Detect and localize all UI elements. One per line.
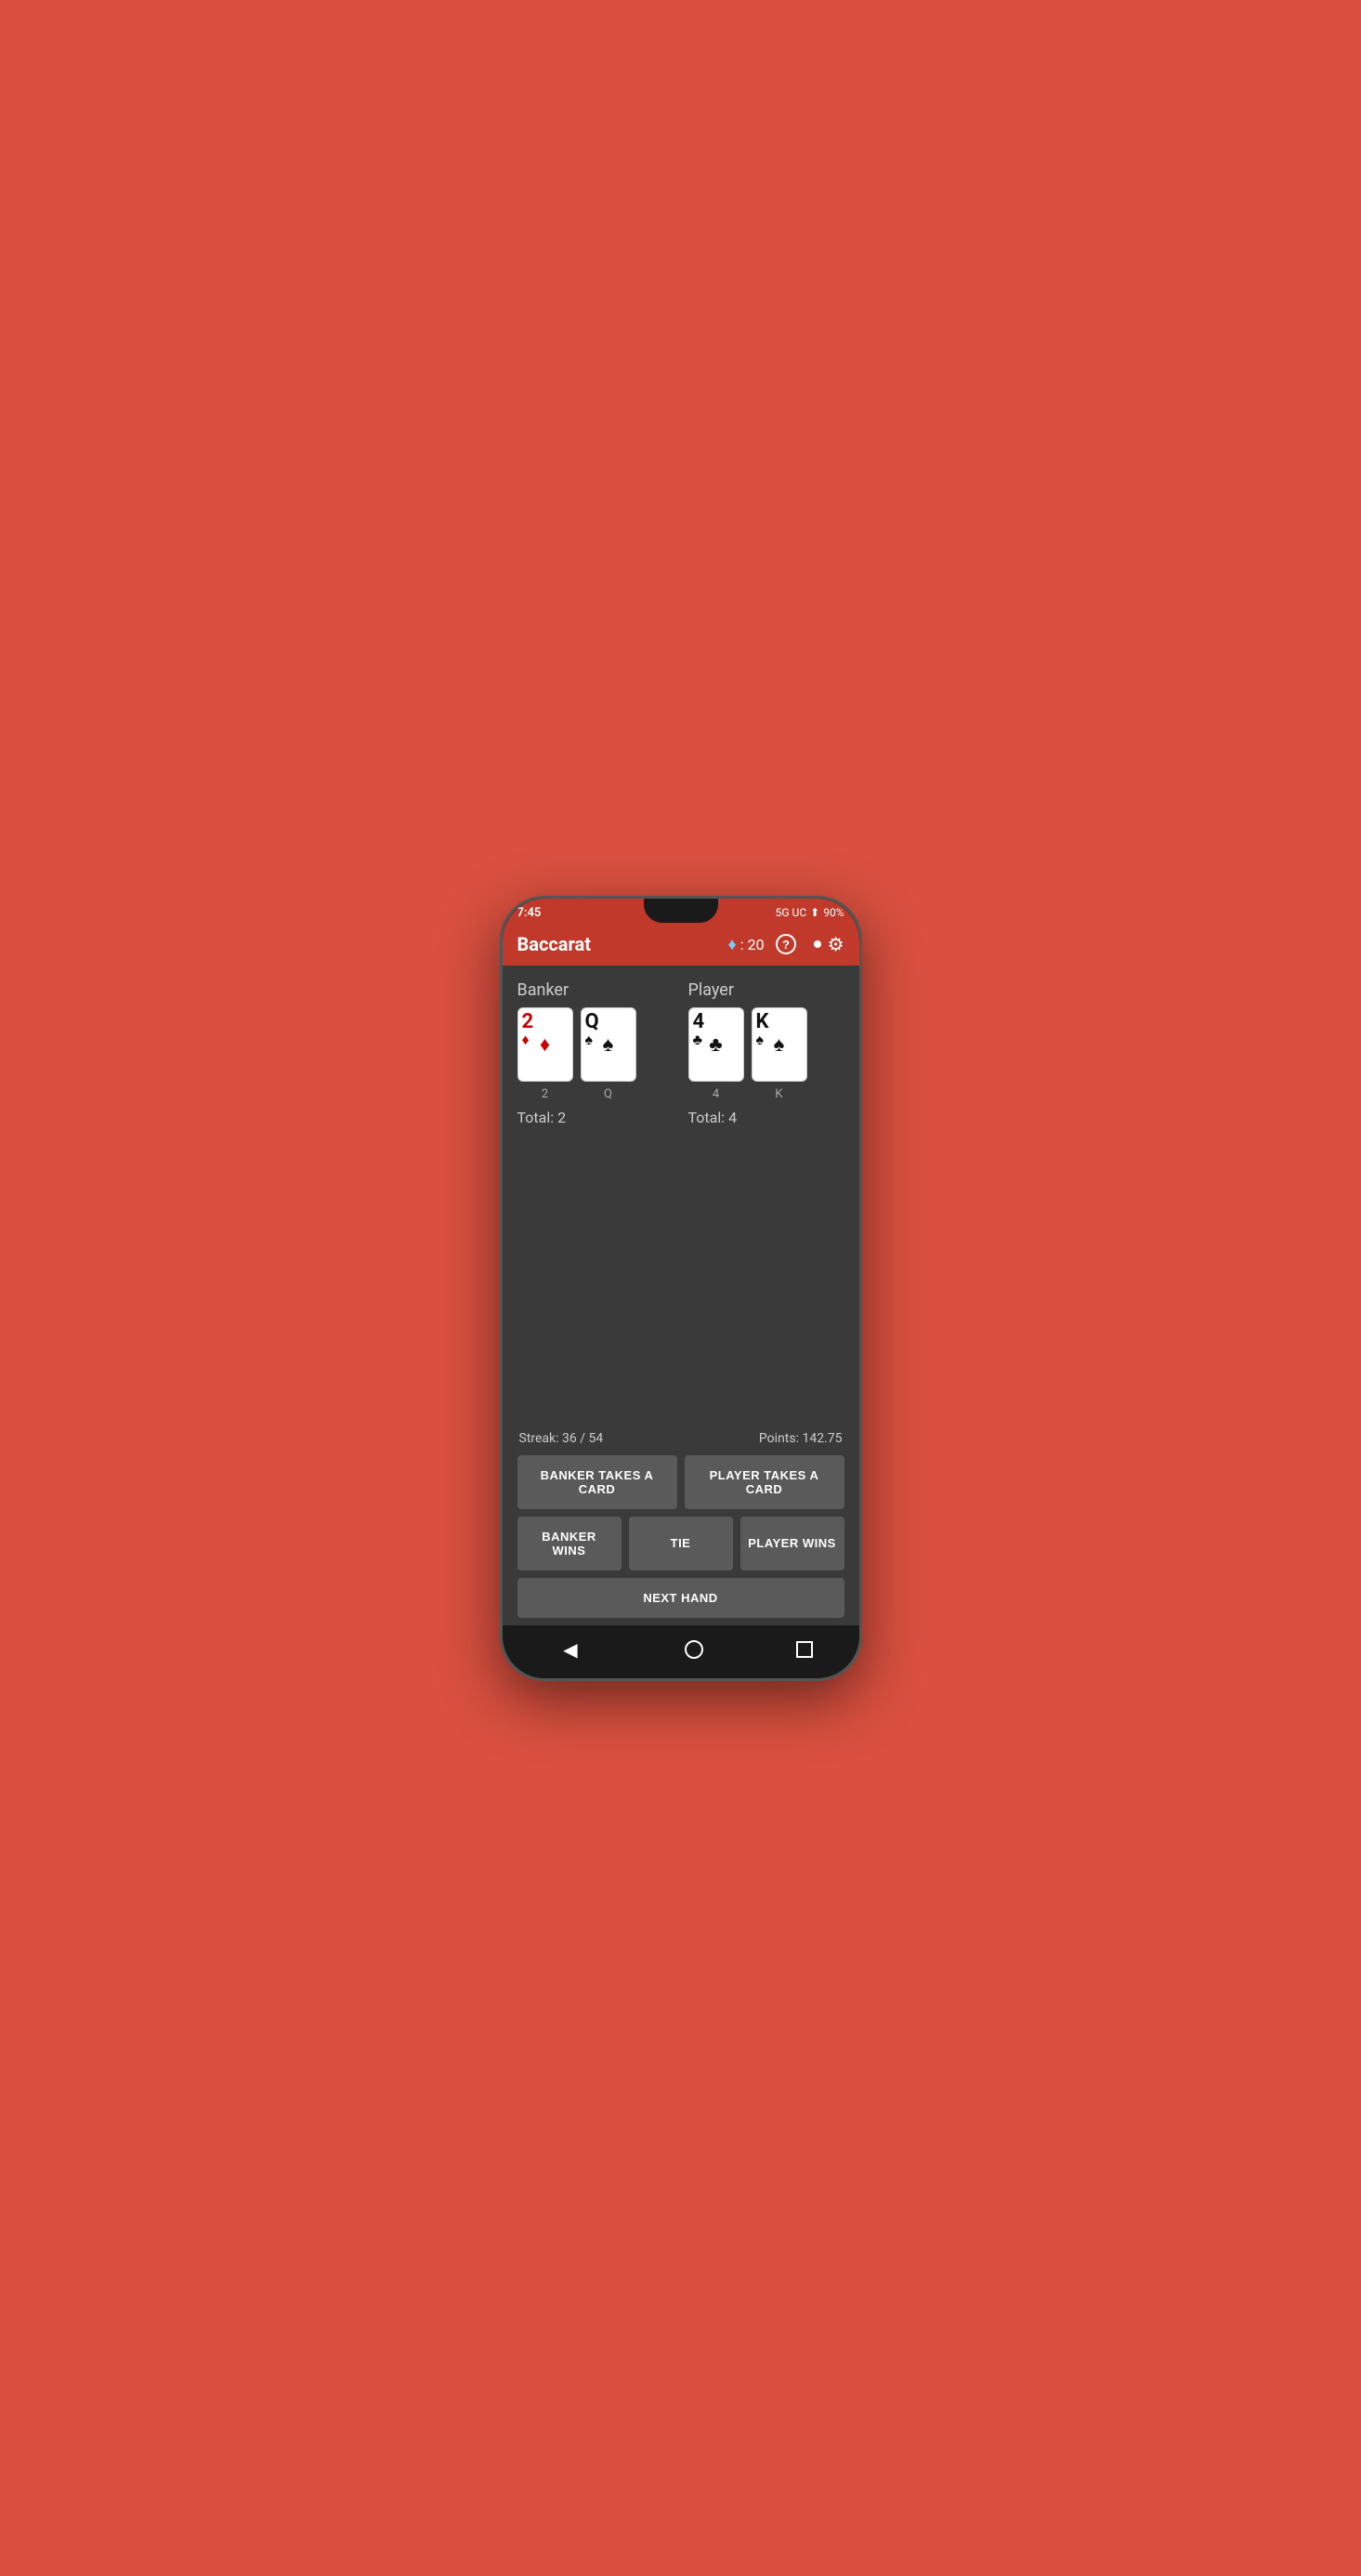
banker-card-2-rank: Q [585,1012,599,1032]
banker-label: Banker [517,980,674,1000]
app-title: Baccarat [517,933,591,955]
player-label: Player [688,980,844,1000]
player-cards-row: 4 ♣ ♣ K ♠ ♠ [688,1007,844,1082]
player-card-2-label: K [752,1087,807,1101]
notch [644,899,718,923]
player-wins-button[interactable]: PLAYER WINS [740,1517,844,1571]
player-takes-card-button[interactable]: PLAYER TAKES A CARD [685,1455,844,1509]
streak-stat: Streak: 36 / 54 [519,1431,604,1446]
next-hand-button[interactable]: NEXT HAND [517,1578,844,1618]
gems-separator: : [740,936,744,953]
player-card-1: 4 ♣ ♣ [688,1007,744,1082]
banker-card-names: 2 Q [517,1087,674,1101]
banker-card-2-suit: ♠ [585,1032,594,1047]
phone-screen: 7:45 5G UC ⬆ 90% Baccarat ♦ : 20 ? [503,899,859,1678]
banker-takes-card-button[interactable]: BANKER TAKES A CARD [517,1455,677,1509]
phone-frame: 7:45 5G UC ⬆ 90% Baccarat ♦ : 20 ? [500,896,862,1681]
settings-button[interactable]: ⚙ [807,933,844,956]
banker-cards-row: 2 ♦ ♦ Q ♠ ♠ [517,1007,674,1082]
gem-icon: ♦ [728,935,737,954]
home-nav-button[interactable] [685,1640,703,1659]
stats-row: Streak: 36 / 54 Points: 142.75 [517,1431,844,1446]
bottom-area: Streak: 36 / 54 Points: 142.75 BANKER TA… [503,1431,859,1625]
player-total: Total: 4 [688,1109,844,1126]
banker-card-1-rank: 2 [522,1012,534,1032]
hands-row: Banker 2 ♦ ♦ Q ♠ ♠ [517,980,844,1126]
gems-count: 20 [748,936,765,953]
network-label: 5G UC [776,906,807,919]
banker-card-2-center: ♠ [603,1032,614,1057]
help-button[interactable]: ? [776,934,796,954]
points-stat: Points: 142.75 [759,1431,843,1446]
recent-nav-button[interactable] [796,1641,813,1658]
banker-card-2-label: Q [581,1087,636,1101]
tie-button[interactable]: TIE [629,1517,733,1571]
banker-card-1: 2 ♦ ♦ [517,1007,573,1082]
gems-display: ♦ : 20 [728,935,765,954]
main-content: Banker 2 ♦ ♦ Q ♠ ♠ [503,966,859,1431]
outcome-buttons-row: BANKER WINS TIE PLAYER WINS [517,1517,844,1571]
back-nav-button[interactable]: ◀ [548,1635,592,1665]
nav-bar: ◀ [503,1625,859,1678]
player-card-1-center: ♣ [709,1032,722,1057]
content-spacer [517,1134,844,1416]
banker-card-1-label: 2 [517,1087,573,1101]
player-card-1-suit: ♣ [693,1032,703,1047]
app-bar: Baccarat ♦ : 20 ? [503,924,859,966]
action-buttons-row: BANKER TAKES A CARD PLAYER TAKES A CARD [517,1455,844,1509]
banker-card-1-suit: ♦ [522,1032,530,1047]
player-card-2-center: ♠ [774,1032,785,1057]
player-card-1-label: 4 [688,1087,744,1101]
player-card-2: K ♠ ♠ [752,1007,807,1082]
banker-wins-button[interactable]: BANKER WINS [517,1517,622,1571]
app-bar-right: ♦ : 20 ? ⚙ [728,933,844,956]
status-icons: 5G UC ⬆ 90% [776,906,844,919]
battery-label: 90% [823,906,844,919]
svg-text:?: ? [782,938,790,952]
banker-card-2: Q ♠ ♠ [581,1007,636,1082]
banker-section: Banker 2 ♦ ♦ Q ♠ ♠ [517,980,674,1126]
signal-icon: ⬆ [810,906,819,919]
status-time: 7:45 [517,906,542,920]
banker-card-1-center: ♦ [540,1032,550,1057]
player-card-2-rank: K [756,1012,769,1032]
banker-total: Total: 2 [517,1109,674,1126]
player-card-names: 4 K [688,1087,844,1101]
player-card-2-suit: ♠ [756,1032,765,1047]
player-section: Player 4 ♣ ♣ K ♠ ♠ [688,980,844,1126]
player-card-1-rank: 4 [693,1012,705,1032]
